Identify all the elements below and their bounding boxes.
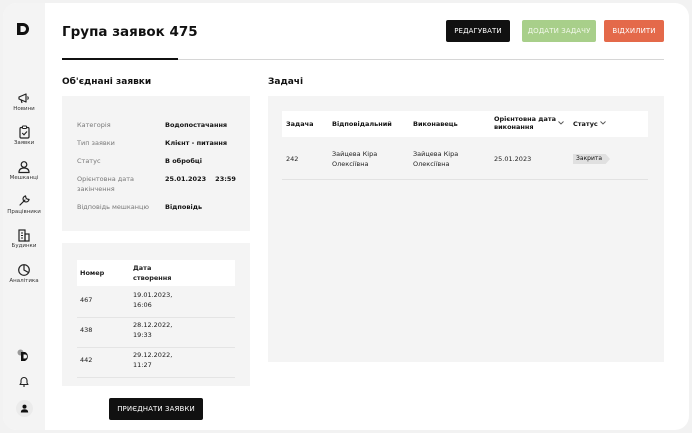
profile-button[interactable] (3, 400, 45, 417)
info-key: Статус (77, 157, 101, 165)
sidebar-item-residents[interactable]: Мешканці (3, 160, 45, 181)
app-window: Новини Заявки Мешканці Працівники Будинк… (3, 3, 689, 430)
merged-requests-title: Об'єднані заявки (62, 77, 152, 87)
task-due-date: 25.01.2023 (494, 155, 532, 163)
column-header-executor: Виконавець (413, 120, 458, 128)
notifications-button[interactable] (3, 375, 45, 388)
request-number: 438 (80, 326, 93, 334)
table-header: Номер Дата створення (77, 260, 235, 286)
sidebar-item-buildings[interactable]: Будинки (3, 228, 45, 249)
chat-button[interactable] (3, 348, 45, 362)
info-key: Тип заявки (77, 139, 115, 147)
row-divider (282, 179, 648, 180)
request-date: 19.01.2023, 16:06 (133, 291, 173, 309)
residents-icon (18, 161, 30, 174)
sidebar-item-label: Працівники (7, 209, 41, 215)
tasks-title: Задачі (268, 77, 304, 87)
column-header-task: Задача (286, 120, 314, 128)
chevron-down-icon[interactable] (558, 121, 564, 125)
row-divider (77, 347, 235, 348)
sidebar-item-workers[interactable]: Працівники (3, 194, 45, 215)
column-header-due-date[interactable]: Орієнтовна дата виконання (494, 115, 558, 131)
request-number: 467 (80, 296, 93, 304)
logo-icon (17, 23, 29, 35)
table-row[interactable]: 438 28.12.2022, 19:33 (77, 320, 235, 349)
bell-icon (19, 377, 29, 387)
info-value: Клієнт - питання (165, 139, 227, 147)
request-date: 28.12.2022, 19:33 (133, 321, 173, 339)
title-underline (62, 58, 178, 60)
chat-icon (17, 349, 28, 361)
divider (178, 59, 664, 60)
sidebar: Новини Заявки Мешканці Працівники Будинк… (3, 3, 45, 430)
task-responsible: Зайцева Кіра Олексіївна (332, 150, 378, 168)
row-divider (77, 317, 235, 318)
info-key: Орієнтовна дата закінчення (77, 175, 135, 193)
table-row[interactable]: 442 29.12.2022, 11:27 (77, 350, 235, 379)
chevron-down-icon[interactable] (600, 121, 606, 125)
page-title: Група заявок 475 (62, 24, 198, 40)
column-header-number: Номер (80, 269, 105, 277)
building-icon (18, 229, 30, 242)
info-value: Водопостачання (165, 121, 228, 129)
request-info-panel: Категорія Водопостачання Тип заявки Кліє… (62, 96, 250, 231)
column-header-date: Дата створення (133, 264, 172, 282)
wrench-icon (19, 195, 30, 206)
table-header: Задача Відповідальний Виконавець Орієнто… (282, 111, 648, 137)
sidebar-item-label: Мешканці (9, 175, 39, 181)
info-key: Відповідь мешканцю (77, 203, 149, 211)
task-number: 242 (286, 155, 299, 163)
reply-link[interactable]: Відповідь (165, 202, 202, 212)
pie-chart-icon (18, 264, 30, 276)
table-row[interactable]: 467 19.01.2023, 16:06 (77, 290, 235, 319)
column-header-status[interactable]: Статус (573, 120, 598, 128)
attach-requests-button[interactable]: ПРИЄДНАТИ ЗАЯВКИ (109, 398, 203, 420)
sidebar-item-label: Будинки (11, 243, 37, 249)
tasks-table-panel: Задача Відповідальний Виконавець Орієнто… (268, 96, 664, 362)
sidebar-item-news[interactable]: Новини (3, 92, 45, 112)
info-key: Категорія (77, 121, 111, 129)
sidebar-item-label: Заявки (13, 140, 35, 146)
info-value: 25.01.2023 23:59 (165, 175, 236, 183)
request-number: 442 (80, 356, 93, 364)
task-executor: Зайцева Кіра Олексіївна (413, 150, 459, 168)
requests-table-panel: Номер Дата створення 467 19.01.2023, 16:… (62, 243, 250, 386)
clipboard-icon (18, 125, 30, 139)
megaphone-icon (18, 93, 29, 104)
sidebar-item-label: Аналітика (9, 278, 39, 284)
info-value: В обробці (165, 157, 202, 165)
column-header-responsible: Відповідальний (332, 120, 392, 128)
reject-button[interactable]: ВІДХИЛИТИ (604, 20, 664, 42)
edit-button[interactable]: РЕДАГУВАТИ (446, 20, 510, 42)
app-logo[interactable] (15, 21, 31, 37)
row-divider (77, 377, 235, 378)
avatar (15, 400, 33, 417)
sidebar-item-analytics[interactable]: Аналітика (3, 263, 45, 284)
add-task-button[interactable]: ДОДАТИ ЗАДАЧУ (522, 20, 596, 42)
sidebar-item-label: Новини (13, 106, 35, 112)
status-badge: Закрита (573, 154, 611, 164)
sidebar-item-requests[interactable]: Заявки (3, 125, 45, 146)
user-icon (20, 404, 28, 413)
request-date: 29.12.2022, 11:27 (133, 351, 173, 369)
